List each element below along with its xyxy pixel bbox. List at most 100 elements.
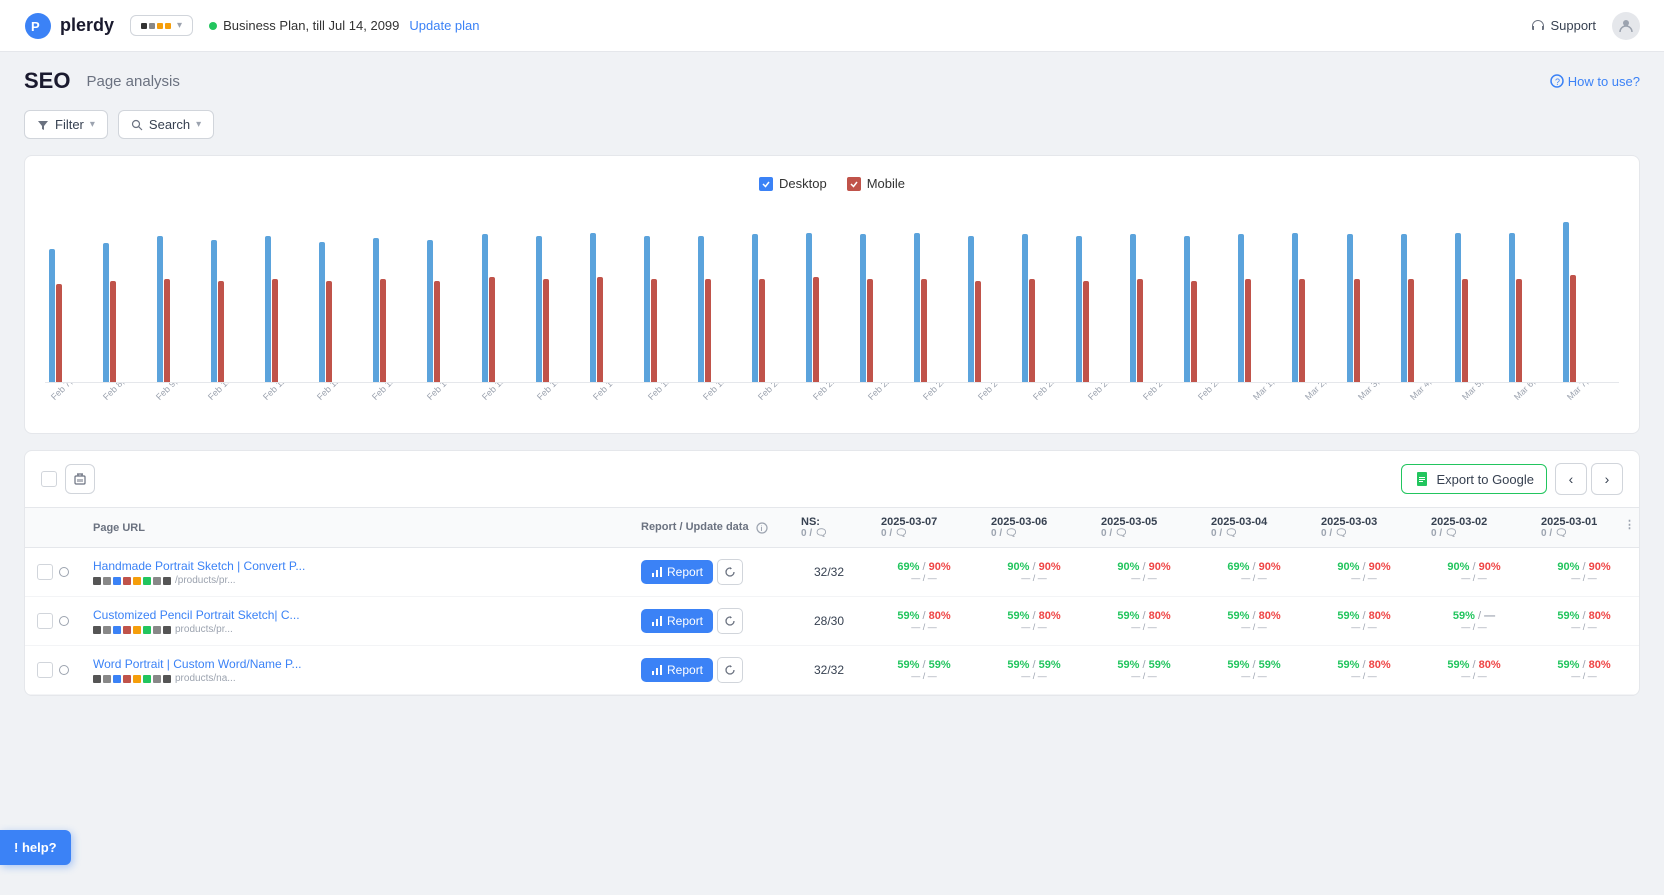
logo[interactable]: P plerdy (24, 12, 114, 40)
score-sub-2-0: — / — (881, 671, 967, 681)
score-sub-1-5: — / — (1431, 622, 1517, 632)
bar-mobile-1 (110, 281, 116, 382)
bar-group-3 (211, 240, 263, 382)
url-pixel (163, 675, 171, 683)
bar-group-2 (157, 236, 209, 382)
support-button[interactable]: Support (1530, 18, 1596, 34)
row-score-0-1: 90% / 90%— / — (979, 548, 1089, 597)
page-url-link-1[interactable]: Customized Pencil Portrait Sketch| C... (93, 608, 300, 622)
col-header-date-5: 2025-03-02 0 / 🗨 (1419, 508, 1529, 548)
bar-desktop-27 (1509, 233, 1515, 382)
bar-group-12 (698, 236, 750, 382)
score-sub-0-4: — / — (1321, 573, 1407, 583)
bar-mobile-2 (164, 279, 170, 382)
bar-desktop-16 (914, 233, 920, 382)
score-sub-1-6: — / — (1541, 622, 1627, 632)
report-button-1[interactable]: Report (641, 609, 713, 633)
help-label: ! help? (14, 840, 57, 855)
score-b-2-1: 59% (1039, 659, 1061, 671)
row-score-0-4: 90% / 90%— / — (1309, 548, 1419, 597)
score-sub-2-4: — / — (1321, 671, 1407, 681)
url-pixel (103, 577, 111, 585)
url-pixel (133, 577, 141, 585)
score-sub-1-0: — / — (881, 622, 967, 632)
bar-mobile-18 (1029, 279, 1035, 382)
col-header-date-2: 2025-03-05 0 / 🗨 (1089, 508, 1199, 548)
bar-group-22 (1238, 234, 1290, 382)
bar-desktop-25 (1401, 234, 1407, 382)
bar-group-27 (1509, 233, 1561, 382)
filter-button[interactable]: Filter ▾ (24, 110, 108, 139)
bar-mobile-11 (651, 279, 657, 382)
score-sub-1-4: — / — (1321, 622, 1407, 632)
table-row: Word Portrait | Custom Word/Name P...pro… (25, 646, 1639, 695)
how-to-use-link[interactable]: ? How to use? (1550, 74, 1640, 89)
bar-mobile-9 (543, 279, 549, 382)
row-url-cell: Word Portrait | Custom Word/Name P...pro… (81, 646, 629, 695)
bar-mobile-16 (921, 279, 927, 382)
row-score-1-0: 59% / 80%— / — (869, 597, 979, 646)
chart-icon (651, 615, 663, 627)
col-header-date-3: 2025-03-04 0 / 🗨 (1199, 508, 1309, 548)
col-header-ns: NS: 0 / 🗨 (789, 508, 869, 548)
refresh-button-0[interactable] (717, 559, 743, 585)
plan-badge[interactable]: ▾ (130, 15, 193, 36)
row-score-1-3: 59% / 80%— / — (1199, 597, 1309, 646)
bar-mobile-10 (597, 277, 603, 382)
support-label: Support (1550, 18, 1596, 33)
bar-group-13 (752, 234, 804, 382)
help-button[interactable]: ! help? (0, 830, 71, 865)
bar-desktop-10 (590, 233, 596, 382)
plan-status-dot (209, 22, 217, 30)
plerdy-logo-icon: P (24, 12, 52, 40)
bar-mobile-20 (1137, 279, 1143, 382)
user-avatar[interactable] (1612, 12, 1640, 40)
row-checkbox-0[interactable] (37, 564, 53, 580)
bar-desktop-11 (644, 236, 650, 382)
bar-group-14 (806, 233, 858, 382)
search-button[interactable]: Search ▾ (118, 110, 214, 139)
url-pixel (133, 626, 141, 634)
chart-date-label-14: Feb 21, 2025 (811, 383, 856, 402)
page-url-link-2[interactable]: Word Portrait | Custom Word/Name P... (93, 657, 302, 671)
page-url-link-0[interactable]: Handmade Portrait Sketch | Convert P... (93, 559, 305, 573)
score-b-0-5: 90% (1479, 561, 1501, 573)
row-report-cell: Report (629, 597, 789, 646)
row-checkbox-1[interactable] (37, 613, 53, 629)
table-card: Export to Google ‹ › Page URL Report / U… (24, 450, 1640, 696)
select-all-checkbox[interactable] (41, 471, 57, 487)
bar-mobile-8 (489, 277, 495, 382)
score-a-1-0: 59% (897, 610, 919, 622)
chart-date-label-7: Feb 14, 2025 (425, 383, 470, 402)
user-icon (1618, 18, 1634, 34)
row-score-2-5: 59% / 80%— / — (1419, 646, 1529, 695)
chart-bars (45, 203, 1619, 383)
score-b-0-3: 90% (1259, 561, 1281, 573)
report-button-0[interactable]: Report (641, 560, 713, 584)
update-plan-link[interactable]: Update plan (409, 18, 479, 33)
row-ns-cell: 28/30 (789, 597, 869, 646)
refresh-button-2[interactable] (717, 657, 743, 683)
row-score-1-1: 59% / 80%— / — (979, 597, 1089, 646)
row-checkbox-2[interactable] (37, 662, 53, 678)
trash-icon (73, 472, 87, 486)
bar-group-20 (1130, 234, 1182, 382)
bar-desktop-18 (1022, 234, 1028, 382)
bar-group-24 (1347, 234, 1399, 382)
filter-label: Filter (55, 117, 84, 132)
score-b-2-3: 59% (1259, 659, 1281, 671)
prev-page-button[interactable]: ‹ (1555, 463, 1587, 495)
row-score-1-2: 59% / 80%— / — (1089, 597, 1199, 646)
chart-area: Feb 7, 2025Feb 8, 2025Feb 9, 2025Feb 10,… (45, 203, 1619, 423)
export-google-button[interactable]: Export to Google (1401, 464, 1547, 494)
score-a-0-2: 90% (1117, 561, 1139, 573)
delete-button[interactable] (65, 464, 95, 494)
refresh-button-1[interactable] (717, 608, 743, 634)
next-page-button[interactable]: › (1591, 463, 1623, 495)
chart-date-label-25: Mar 4, 2025 (1408, 383, 1451, 402)
url-pixel (163, 626, 171, 634)
url-pixel (93, 577, 101, 585)
filter-icon (37, 119, 49, 131)
bar-mobile-25 (1408, 279, 1414, 382)
report-button-2[interactable]: Report (641, 658, 713, 682)
